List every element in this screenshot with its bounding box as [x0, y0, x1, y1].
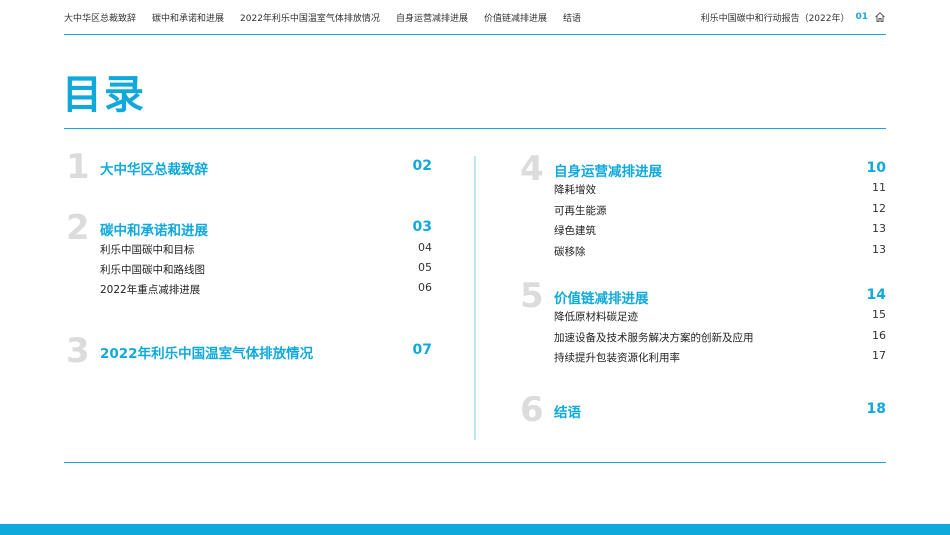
nav-items: 大中华区总裁致辞 碳中和承诺和进展 2022年利乐中国温室气体排放情况 自身运营… [64, 11, 581, 24]
toc-item-page: 06 [418, 281, 432, 294]
top-navigation: 大中华区总裁致辞 碳中和承诺和进展 2022年利乐中国温室气体排放情况 自身运营… [64, 0, 886, 35]
section-page: 18 [866, 401, 886, 417]
nav-item-operations[interactable]: 自身运营减排进展 [396, 11, 468, 24]
toc-item-page: 12 [872, 202, 886, 215]
toc-item-page: 13 [872, 222, 886, 235]
section-title[interactable]: 价值链减排进展 [554, 287, 649, 307]
section-number: 4 [520, 149, 544, 189]
section-page: 02 [412, 158, 432, 174]
bottom-divider [64, 462, 886, 463]
toc-section-2[interactable]: 2 碳中和承诺和进展 03 利乐中国碳中和目标 04 利乐中国碳中和路线图 05… [66, 211, 432, 299]
section-number: 1 [66, 147, 90, 187]
nav-item-ghg-emissions[interactable]: 2022年利乐中国温室气体排放情况 [240, 11, 380, 24]
toc-item-page: 13 [872, 243, 886, 256]
toc-section-5[interactable]: 5 价值链减排进展 14 降低原材料碳足迹 15 加速设备及技术服务解决方案的创… [520, 279, 886, 367]
page-title: 目录 [62, 72, 146, 118]
toc-item-page: 16 [872, 329, 886, 342]
section-number: 2 [66, 208, 90, 248]
toc-item-page: 15 [872, 308, 886, 321]
toc-item-page: 11 [872, 181, 886, 194]
section-title[interactable]: 自身运营减排进展 [554, 160, 662, 180]
nav-item-conclusion[interactable]: 结语 [563, 11, 581, 24]
report-title: 利乐中国碳中和行动报告（2022年） [700, 13, 850, 24]
section-page: 03 [412, 219, 432, 235]
toc-item[interactable]: 降低原材料碳足迹 [554, 309, 638, 324]
section-page: 14 [866, 287, 886, 303]
section-title[interactable]: 碳中和承诺和进展 [100, 219, 208, 239]
section-number: 6 [520, 390, 544, 430]
page-number: 01 [855, 12, 868, 22]
toc-item[interactable]: 加速设备及技术服务解决方案的创新及应用 [554, 330, 754, 345]
toc-item[interactable]: 降耗增效 [554, 182, 596, 197]
section-number: 3 [66, 331, 90, 371]
column-divider [474, 156, 476, 440]
section-number: 5 [520, 276, 544, 316]
header-right: 利乐中国碳中和行动报告（2022年） 01 [701, 11, 886, 24]
toc-section-4[interactable]: 4 自身运营减排进展 10 降耗增效 11 可再生能源 12 绿色建筑 13 碳… [520, 152, 886, 260]
toc-item[interactable]: 利乐中国碳中和目标 [100, 242, 195, 257]
nav-item-president-message[interactable]: 大中华区总裁致辞 [64, 11, 136, 24]
toc-item[interactable]: 利乐中国碳中和路线图 [100, 262, 205, 277]
nav-item-value-chain[interactable]: 价值链减排进展 [484, 11, 547, 24]
toc-item[interactable]: 可再生能源 [554, 203, 607, 218]
toc-item-page: 17 [872, 349, 886, 362]
toc-item-page: 05 [418, 261, 432, 274]
title-divider [64, 128, 886, 129]
section-title[interactable]: 结语 [554, 401, 581, 421]
toc-item[interactable]: 碳移除 [554, 244, 586, 259]
section-title[interactable]: 2022年利乐中国温室气体排放情况 [100, 342, 313, 362]
footer-band [0, 524, 950, 535]
section-page: 07 [412, 342, 432, 358]
toc-item-page: 04 [418, 241, 432, 254]
toc-item[interactable]: 2022年重点减排进展 [100, 282, 200, 297]
section-page: 10 [866, 160, 886, 176]
toc-item[interactable]: 绿色建筑 [554, 223, 596, 238]
home-icon[interactable] [874, 11, 886, 23]
toc-item[interactable]: 持续提升包装资源化利用率 [554, 350, 680, 365]
nav-item-commitment-progress[interactable]: 碳中和承诺和进展 [152, 11, 224, 24]
section-title[interactable]: 大中华区总裁致辞 [100, 158, 208, 178]
